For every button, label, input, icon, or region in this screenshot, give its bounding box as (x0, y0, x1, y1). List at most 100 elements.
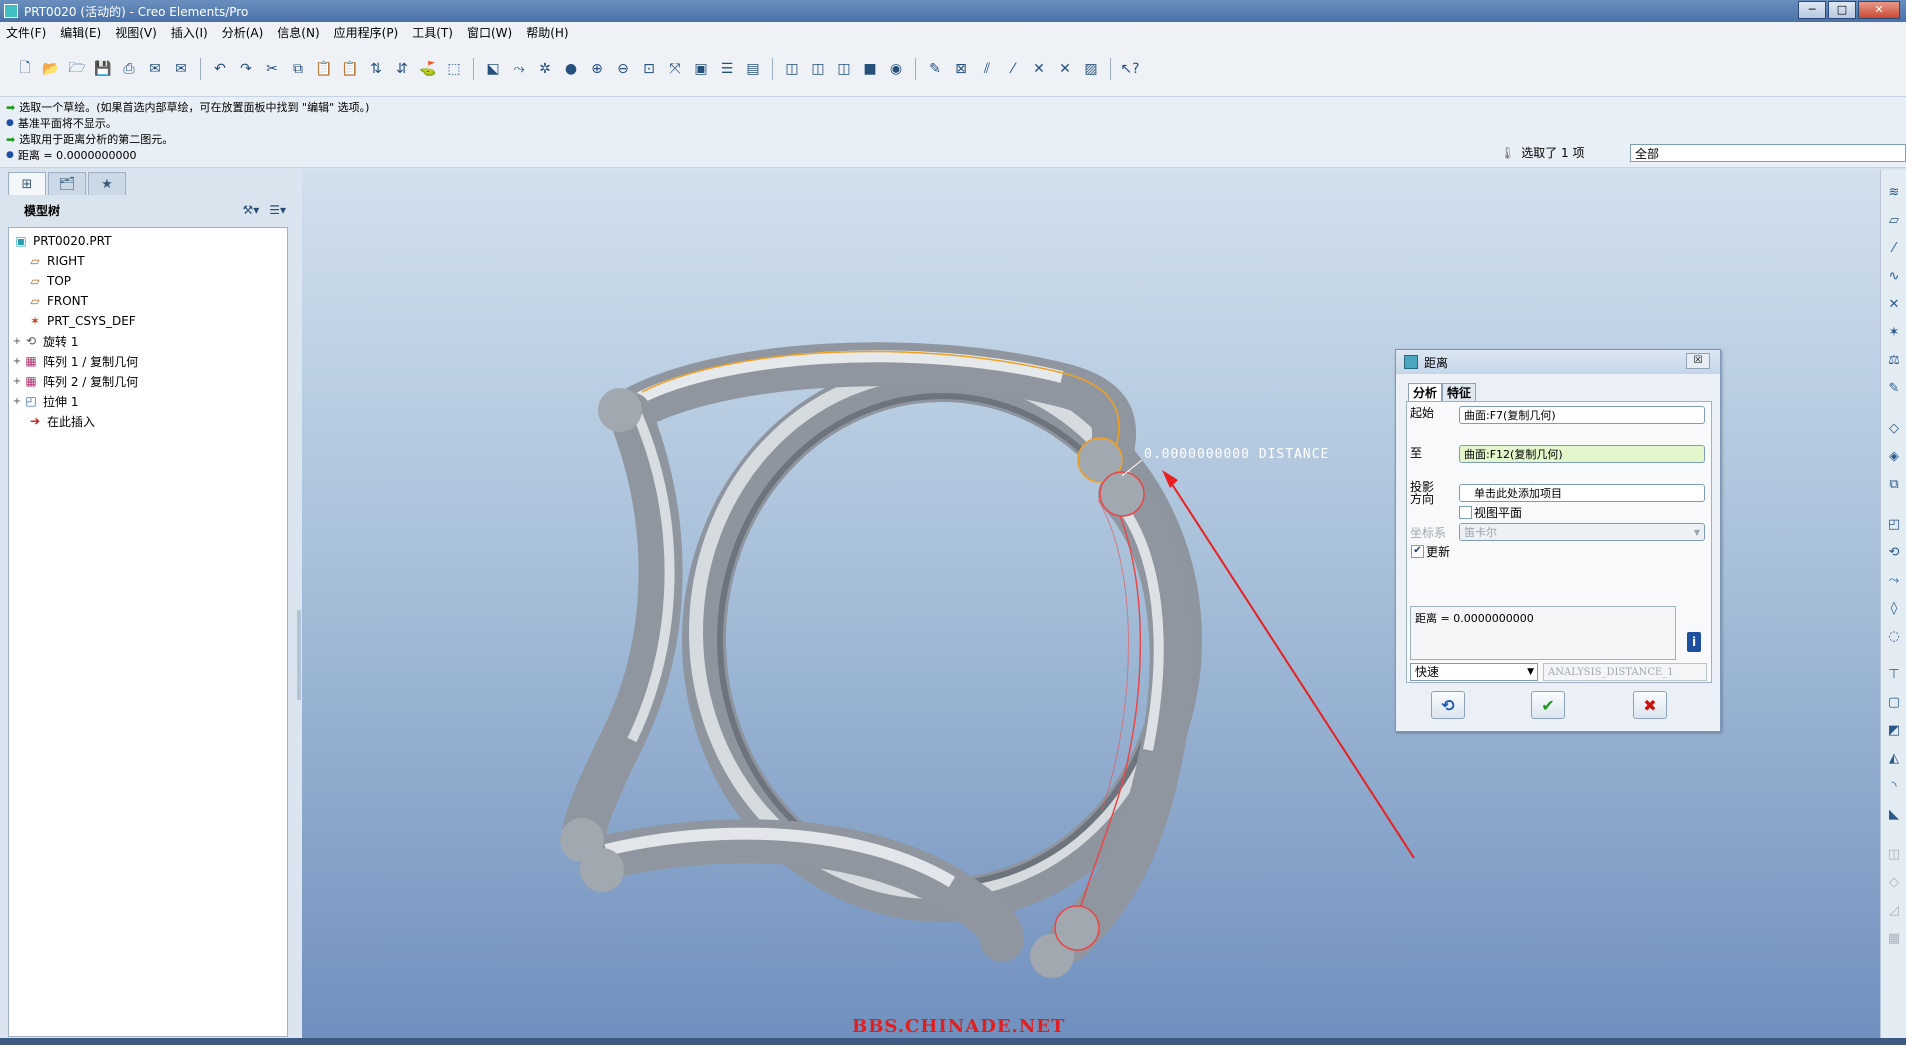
shaded-icon[interactable]: ■ (859, 58, 881, 80)
tree-item[interactable]: ▣ PRT0020.PRT (13, 231, 111, 251)
paste-icon[interactable]: 📋 (313, 58, 335, 80)
dialog-close-button[interactable]: ☒ (1686, 353, 1710, 369)
csys-tool-icon[interactable]: ✶ (1885, 324, 1903, 342)
tree-item[interactable]: ▱ FRONT (27, 291, 88, 311)
close-window-button[interactable]: ✕ (1858, 1, 1900, 19)
menu-tools[interactable]: 工具(T) (412, 24, 453, 41)
sketched-datum-icon[interactable]: ◇ (1885, 420, 1903, 438)
regen-manager-icon[interactable]: ⇵ (391, 58, 413, 80)
context-help-icon[interactable]: ↖? (1119, 58, 1141, 80)
datum-plane-tool-icon[interactable]: ▱ (1885, 212, 1903, 230)
chamfer-tool-icon[interactable]: ◣ (1885, 806, 1903, 824)
sketch-tool-icon[interactable]: ✎ (1885, 380, 1903, 398)
save-icon[interactable]: 💾 (92, 58, 114, 80)
model-tree-tab-icon[interactable]: ⊞ (8, 172, 46, 195)
menu-analysis[interactable]: 分析(A) (222, 24, 264, 41)
tab-analysis[interactable]: 分析 (1408, 383, 1443, 402)
draft-tool-icon[interactable]: ◭ (1885, 750, 1903, 768)
tree-settings-icon[interactable]: ⚒▾ (242, 203, 259, 217)
ok-button[interactable]: ✔ (1531, 691, 1565, 719)
menu-window[interactable]: 窗口(W) (467, 24, 512, 41)
boundary-blend-icon[interactable]: ◌ (1885, 628, 1903, 646)
sweep-tool-icon[interactable]: ⤳ (1885, 572, 1903, 590)
mail-attach-icon[interactable]: ✉ (170, 58, 192, 80)
mirror-tool-icon[interactable]: ◫ (1885, 846, 1903, 864)
cancel-button[interactable]: ✖ (1633, 691, 1667, 719)
tree-item[interactable]: + ◰ 拉伸 1 (11, 391, 79, 411)
print-icon[interactable]: ⎙ (118, 58, 140, 80)
csys-display-icon[interactable]: ✕ (1028, 58, 1050, 80)
tree-item[interactable]: + ▦ 阵列 2 / 复制几何 (11, 371, 138, 391)
shading-icon[interactable]: ● (560, 58, 582, 80)
tree-columns-icon[interactable]: ☰▾ (269, 203, 286, 217)
tree-item[interactable]: + ▦ 阵列 1 / 复制几何 (11, 351, 138, 371)
saved-views-icon[interactable]: ▣ (690, 58, 712, 80)
rib-tool-icon[interactable]: ◩ (1885, 722, 1903, 740)
merge-tool-icon[interactable]: ◇ (1885, 874, 1903, 892)
datum-axis-tool-icon[interactable]: ⁄ (1885, 240, 1903, 258)
favorites-tab-icon[interactable]: ★ (88, 172, 126, 195)
tree-item[interactable]: ▱ TOP (27, 271, 71, 291)
blend-tool-icon[interactable]: ◊ (1885, 600, 1903, 618)
select-box-icon[interactable]: ⬚ (443, 58, 465, 80)
datum-point-tool-icon[interactable]: ✕ (1885, 296, 1903, 314)
to-reference-field[interactable]: 曲面:F12(复制几何) (1459, 445, 1705, 463)
minimize-button[interactable]: ─ (1798, 1, 1826, 19)
revolve-tool-icon[interactable]: ⟲ (1885, 544, 1903, 562)
tree-item[interactable]: + ⟲ 旋转 1 (11, 331, 79, 351)
coord-display-icon[interactable]: ✕ (1054, 58, 1076, 80)
datum-axis-display-icon[interactable]: ⫽ (976, 58, 998, 80)
expand-icon[interactable]: + (11, 376, 23, 387)
menu-insert[interactable]: 插入(I) (171, 24, 208, 41)
cut-icon[interactable]: ✂ (261, 58, 283, 80)
reorient-icon[interactable]: ⤧ (664, 58, 686, 80)
shell-tool-icon[interactable]: ▢ (1885, 694, 1903, 712)
spin-display-icon[interactable]: ▨ (1080, 58, 1102, 80)
projection-direction-field[interactable]: 单击此处添加项目 (1459, 484, 1705, 502)
styling-tool-icon[interactable]: ◈ (1885, 448, 1903, 466)
menu-applications[interactable]: 应用程序(P) (334, 24, 399, 41)
datum-curve-tool-icon[interactable]: ∿ (1885, 268, 1903, 286)
layers-icon[interactable]: ☰ (716, 58, 738, 80)
tree-item[interactable]: ➔ 在此插入 (27, 411, 95, 431)
copy-icon[interactable]: ⧉ (287, 58, 309, 80)
maximize-button[interactable]: □ (1828, 1, 1856, 19)
view-manager-icon[interactable]: ▤ (742, 58, 764, 80)
zoom-out-icon[interactable]: ⊖ (612, 58, 634, 80)
hidden-line-icon[interactable]: ◫ (807, 58, 829, 80)
regenerate-icon[interactable]: ⇅ (365, 58, 387, 80)
menu-view[interactable]: 视图(V) (115, 24, 157, 41)
sketch-icon[interactable]: ⬕ (482, 58, 504, 80)
round-tool-icon[interactable]: ◝ (1885, 778, 1903, 796)
no-hidden-icon[interactable]: ◫ (833, 58, 855, 80)
extrude-tool-icon[interactable]: ◰ (1885, 516, 1903, 534)
menu-file[interactable]: 文件(F) (6, 24, 46, 41)
pattern-tool-icon[interactable]: ▦ (1885, 930, 1903, 948)
from-reference-field[interactable]: 曲面:F7(复制几何) (1459, 406, 1705, 424)
send-mail-icon[interactable]: ✉ (144, 58, 166, 80)
update-checkbox[interactable]: ✔ (1411, 545, 1424, 558)
datum-display-icon[interactable]: ≋ (1885, 184, 1903, 202)
new-file-icon[interactable]: 🗋 (14, 58, 36, 80)
tab-feature[interactable]: 特征 (1442, 383, 1477, 402)
info-icon[interactable]: i (1687, 632, 1701, 652)
wireframe-icon[interactable]: ◫ (781, 58, 803, 80)
analysis-mode-dropdown[interactable]: 快速 ▼ (1410, 663, 1538, 681)
menu-help[interactable]: 帮助(H) (526, 24, 568, 41)
tree-item[interactable]: ✶ PRT_CSYS_DEF (27, 311, 136, 331)
expand-icon[interactable]: + (11, 396, 23, 407)
spin-center-icon[interactable]: ✲ (534, 58, 556, 80)
zoom-in-icon[interactable]: ⊕ (586, 58, 608, 80)
hole-tool-icon[interactable]: ⊤ (1885, 666, 1903, 684)
folder-browser-tab-icon[interactable]: 🗂 (48, 172, 86, 195)
undo-icon[interactable]: ↶ (209, 58, 231, 80)
expand-icon[interactable]: + (11, 336, 23, 347)
point-display-icon[interactable]: ⁄ (1002, 58, 1024, 80)
analysis-name-field[interactable]: ANALYSIS_DISTANCE_1 (1543, 663, 1707, 681)
selection-filter-dropdown[interactable]: 全部 (1630, 144, 1906, 162)
trim-tool-icon[interactable]: ◿ (1885, 902, 1903, 920)
view-plane-checkbox[interactable] (1459, 506, 1472, 519)
copy-geometry-icon[interactable]: ⧉ (1885, 476, 1903, 494)
paste-special-icon[interactable]: 📋 (339, 58, 361, 80)
redo-icon[interactable]: ↷ (235, 58, 257, 80)
